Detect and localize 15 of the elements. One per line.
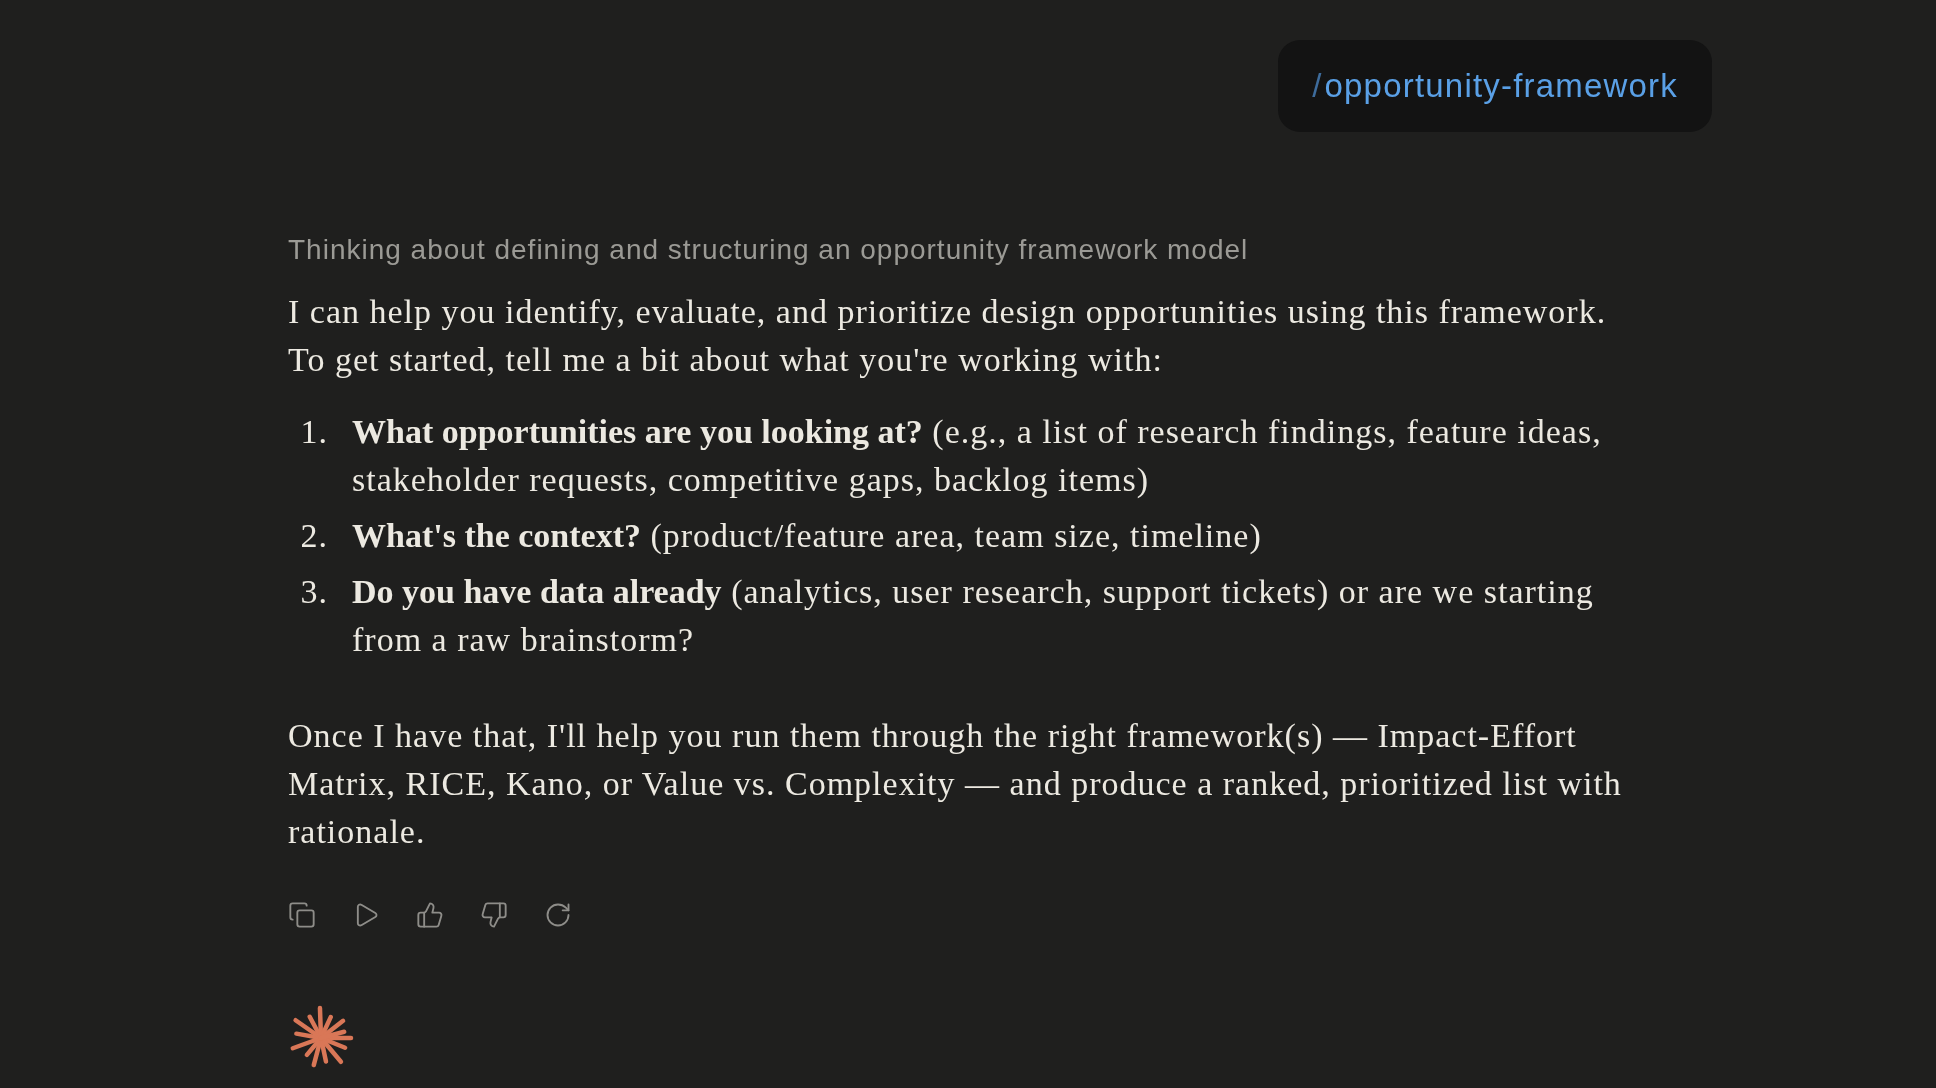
thinking-summary[interactable]: Thinking about defining and structuring an opportunity framework model — [288, 232, 1249, 268]
list-item-text: Do you have data already (analytics, user research, support tickets) or are we starting from a raw brainstorm? — [351, 572, 1595, 660]
list-item-text: What opportunities are you looking at? (e.g., a list of research findings, feature ideas, stakeholder requests, competitive gaps, backlog items) — [351, 412, 1603, 500]
thumbs-down-icon[interactable] — [480, 901, 508, 929]
copy-icon[interactable] — [288, 901, 316, 929]
thumbs-up-icon[interactable] — [416, 901, 444, 929]
list-item-text: What's the context? (product/feature area, team size, timeline) — [351, 516, 1262, 556]
list-number: 3. — [299, 572, 328, 612]
list-number: 1. — [299, 412, 328, 452]
retry-icon[interactable] — [544, 901, 572, 929]
intro-paragraph: I can help you identify, evaluate, and prioritize design opportunities using this framework. To get started, tell me a bit about what you're working with: — [288, 292, 1608, 380]
command-name: opportunity-framework — [1324, 66, 1678, 107]
closing-paragraph: Once I have that, I'll help you run them through the right framework(s) — Impact-Effort Matrix, RICE, Kano, or Value vs. Complexity — and produce a ranked, prioritized list with rationale. — [288, 716, 1623, 852]
command-prefix: / — [1312, 66, 1323, 107]
list-number: 2. — [299, 516, 328, 556]
